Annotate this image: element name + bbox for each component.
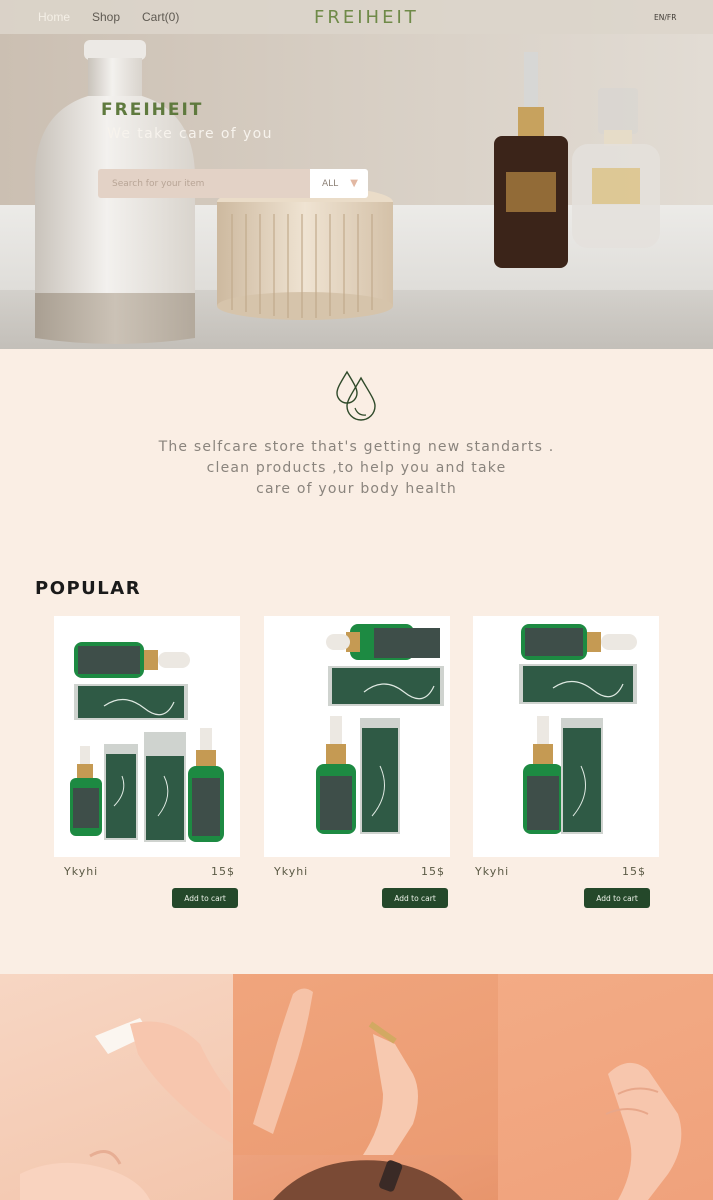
product-name[interactable]: Ykyhi (475, 865, 509, 878)
top-navbar: Home Shop Cart(0) FREIHEIT EN/FR (0, 0, 713, 34)
water-drops-icon (336, 370, 376, 421)
nav-cart-link[interactable]: Cart(0) (142, 10, 179, 24)
product-price: 15$ (622, 865, 646, 878)
product-image[interactable] (473, 616, 659, 857)
search-bar: ALL ▼ (98, 169, 368, 198)
lifestyle-gallery (0, 974, 713, 1200)
brand-logo[interactable]: FREIHEIT (314, 7, 419, 28)
gallery-photo-hands (498, 974, 713, 1200)
add-to-cart-button[interactable]: Add to cart (382, 888, 448, 908)
nav-home-link[interactable]: Home (38, 10, 70, 24)
product-price: 15$ (211, 865, 235, 878)
gallery-photo-dropper (233, 974, 498, 1155)
product-image[interactable] (54, 616, 240, 857)
chevron-down-icon: ▼ (350, 178, 358, 189)
add-to-cart-button[interactable]: Add to cart (172, 888, 238, 908)
gallery-photo-lotion (0, 974, 233, 1200)
product-card[interactable]: Ykyhi 15$ Add to cart (473, 616, 659, 908)
hero-tagline: We take care of you (107, 126, 273, 142)
perfume-bottle-photo (572, 88, 660, 248)
intro-line-1: The selfcare store that's getting new st… (158, 439, 555, 455)
gallery-photo-hair-serum (233, 1155, 498, 1200)
product-image[interactable] (264, 616, 450, 857)
intro-line-3: care of your body health (256, 481, 457, 497)
product-price: 15$ (421, 865, 445, 878)
product-card[interactable]: Ykyhi 15$ Add to cart (54, 616, 240, 908)
hero-brand-title: FREIHEIT (101, 100, 204, 120)
nav-shop-link[interactable]: Shop (92, 10, 120, 24)
product-name[interactable]: Ykyhi (64, 865, 98, 878)
intro-text: The selfcare store that's getting new st… (120, 437, 593, 500)
language-switch[interactable]: EN/FR (654, 13, 676, 22)
product-name[interactable]: Ykyhi (274, 865, 308, 878)
intro-line-2: clean products ,to help you and take (206, 460, 507, 476)
category-select-value: ALL (322, 178, 339, 189)
jar-photo (217, 186, 393, 320)
add-to-cart-button[interactable]: Add to cart (584, 888, 650, 908)
serum-bottle-photo (494, 52, 568, 268)
category-select[interactable]: ALL ▼ (310, 169, 368, 198)
search-input[interactable] (98, 169, 310, 198)
popular-section-title: POPULAR (35, 578, 142, 599)
hero-banner: Home Shop Cart(0) FREIHEIT EN/FR FREIHEI… (0, 0, 713, 349)
product-card[interactable]: Ykyhi 15$ Add to cart (264, 616, 450, 908)
